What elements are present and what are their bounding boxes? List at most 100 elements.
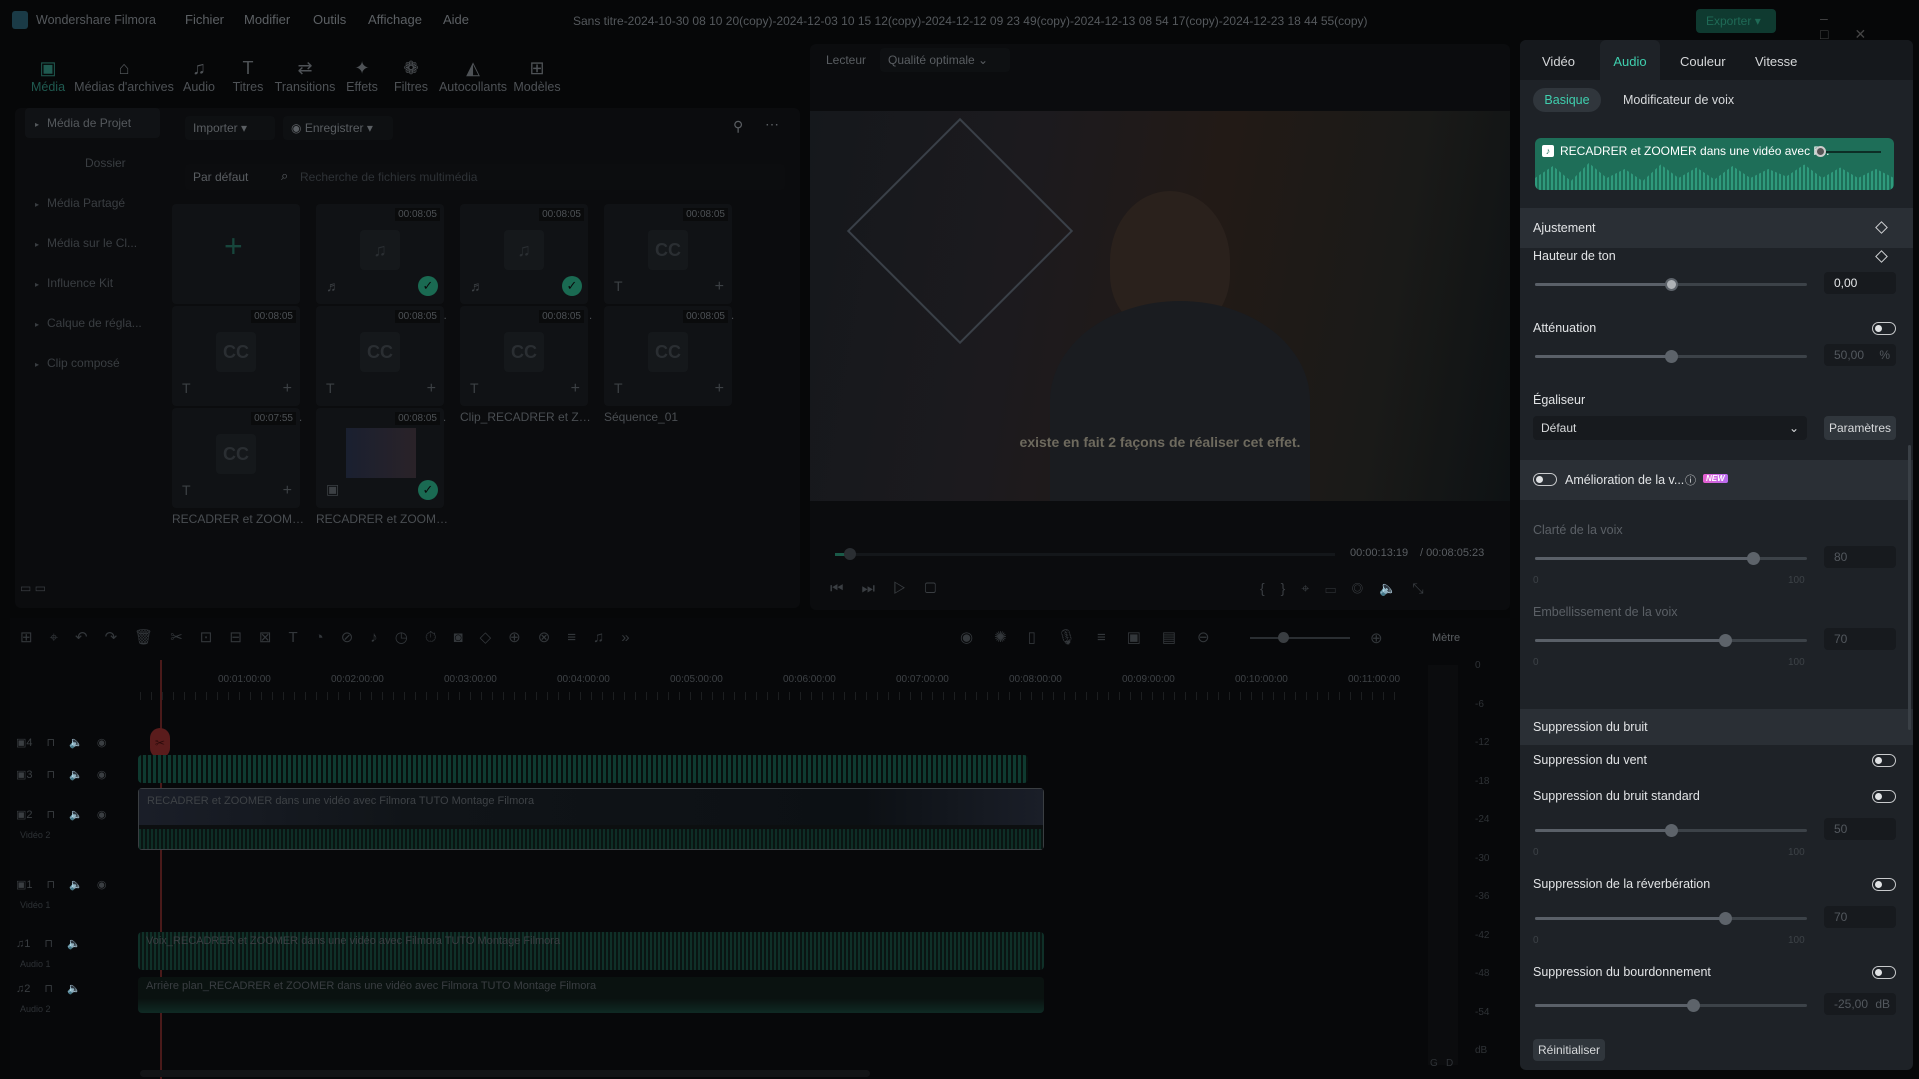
mute-icon[interactable]: 🔈	[67, 938, 81, 950]
slider-handle[interactable]	[1719, 912, 1733, 925]
subtab-basic[interactable]: Basique	[1533, 88, 1601, 112]
tab-speed[interactable]: Vitesse	[1745, 40, 1807, 80]
standard-value-input[interactable]: 50	[1824, 818, 1896, 840]
add-icon[interactable]: +	[715, 380, 724, 398]
menu-help[interactable]: Aide	[443, 12, 469, 27]
menu-file[interactable]: Fichier	[185, 12, 224, 27]
tab-video[interactable]: Vidéo	[1532, 40, 1585, 80]
add-icon[interactable]: +	[283, 380, 292, 398]
add-icon[interactable]: +	[283, 482, 292, 500]
export-button[interactable]: Exporter ▾	[1696, 9, 1776, 33]
playhead[interactable]	[160, 660, 162, 1079]
voice-audio-clip[interactable]: Voix_RECADRER et ZOOMER dans une vidéo a…	[138, 932, 1044, 970]
toolbar-music-note[interactable]: ♫ Audio	[183, 58, 215, 94]
toolbar-sticker[interactable]: ◭ Autocollants	[439, 58, 507, 94]
media-item[interactable]: 00:08:05 ♫ ♬ ✓	[460, 204, 588, 304]
slider-handle[interactable]	[1719, 634, 1733, 647]
menu-view[interactable]: Affichage	[368, 12, 422, 27]
media-item[interactable]: 00:08:05 CC T +	[604, 204, 732, 304]
eye-icon[interactable]: ◉	[97, 809, 107, 821]
library-sidebar-item[interactable]: ▸ Influence Kit	[25, 268, 155, 298]
help-icon[interactable]: ⓘ	[1685, 472, 1696, 488]
pitch-keyframe-icon[interactable]	[1875, 250, 1888, 263]
beautify-value-input[interactable]: 70	[1824, 628, 1896, 650]
lock-icon[interactable]: ⊓	[47, 737, 56, 749]
import-dropdown[interactable]: Importer ▾	[185, 116, 275, 140]
beautify-slider[interactable]	[1535, 634, 1807, 647]
playback-controls[interactable]: ⏮⏭▷▢	[830, 580, 954, 597]
mute-icon[interactable]: 🔈	[69, 769, 83, 781]
mute-icon[interactable]: 🔈	[67, 983, 81, 995]
slider-handle[interactable]	[1665, 278, 1678, 291]
reverb-value-input[interactable]: 70	[1824, 906, 1896, 928]
toolbar-filters[interactable]: ❁ Filtres	[394, 58, 428, 94]
timeline-toolbar[interactable]: ⊞⌖↶↷🗑✂⊡⊟⊠T◔⊘♪◷⏱◙◇⊕⊗≡♫»	[20, 628, 647, 646]
hum-value-input[interactable]: -25,00 dB	[1824, 993, 1896, 1015]
library-sidebar-item[interactable]: Dossier	[65, 148, 195, 178]
timeline-toolbar-right[interactable]: ◉✺▯🎙≡▣▤⊖	[960, 628, 1231, 646]
toolbar-effects-sparkle[interactable]: ✦ Effets	[346, 58, 378, 94]
toolbar-archive[interactable]: ⌂ Médias d'archives	[74, 58, 174, 94]
audio-clip-preview[interactable]: ♪ RECADRER et ZOOMER dans une vidéo avec…	[1535, 138, 1894, 190]
attenuation-toggle[interactable]	[1872, 322, 1896, 335]
playhead-scissor-icon[interactable]: ✂	[150, 728, 170, 758]
record-dropdown[interactable]: ◉ Enregistrer ▾	[283, 116, 393, 140]
more-options-icon[interactable]: ⋯	[765, 116, 779, 133]
slider-handle[interactable]	[1686, 999, 1700, 1012]
media-item[interactable]: 00:08:05 CC T +	[604, 306, 732, 406]
voice-enhancement-toggle[interactable]	[1533, 473, 1557, 486]
background-audio-clip[interactable]: Arrière plan_RECADRER et ZOOMER dans une…	[138, 977, 1044, 1013]
lock-icon[interactable]: ⊓	[44, 938, 53, 950]
attenuation-slider[interactable]	[1535, 350, 1807, 363]
clip-volume-slider[interactable]	[1815, 146, 1881, 157]
add-icon[interactable]: +	[427, 380, 436, 398]
new-folder-icon[interactable]: ▭ ▭	[20, 581, 46, 595]
filter-icon[interactable]: ⚲	[733, 118, 743, 135]
playback-scrubber[interactable]	[835, 548, 1335, 560]
toolbar-title-t[interactable]: T Titres	[233, 58, 264, 94]
player-tools[interactable]: {}⌖▭◎🔈⤡	[1260, 580, 1440, 597]
lock-icon[interactable]: ⊓	[47, 769, 56, 781]
media-item[interactable]: 00:08:05 ▣ ✓	[316, 408, 444, 508]
timeline-h-scrollbar[interactable]	[140, 1070, 870, 1077]
window-controls[interactable]: –□✕	[1820, 10, 1919, 43]
reverb-slider[interactable]	[1535, 912, 1807, 925]
menu-tools[interactable]: Outils	[313, 12, 346, 27]
media-item[interactable]: 00:08:05 CC T +	[172, 306, 300, 406]
library-sidebar-item[interactable]: ▸ Calque de régla...	[25, 308, 155, 338]
slider-handle[interactable]	[1665, 824, 1678, 837]
add-icon[interactable]: +	[715, 278, 724, 296]
wind-toggle[interactable]	[1872, 754, 1896, 767]
zoom-slider[interactable]	[1250, 632, 1350, 643]
hum-slider[interactable]	[1535, 999, 1807, 1012]
clarity-value-input[interactable]: 80	[1824, 546, 1896, 568]
lock-icon[interactable]: ⊓	[44, 983, 53, 995]
standard-slider[interactable]	[1535, 824, 1807, 837]
mute-icon[interactable]: 🔈	[69, 809, 83, 821]
lock-icon[interactable]: ⊓	[47, 809, 56, 821]
pitch-slider[interactable]	[1535, 278, 1807, 291]
video-preview[interactable]: existe en fait 2 façons de réaliser cet …	[810, 111, 1510, 501]
subtab-voice-changer[interactable]: Modificateur de voix	[1623, 93, 1734, 107]
media-item[interactable]: 00:08:05 CC T +	[460, 306, 588, 406]
add-icon[interactable]: +	[571, 380, 580, 398]
subtitle-track-clips[interactable]	[138, 755, 1028, 783]
toolbar-transition[interactable]: ⇄ Transitions	[275, 58, 336, 94]
equalizer-dropdown[interactable]: Défaut ⌄	[1533, 416, 1807, 440]
library-sidebar-item[interactable]: ▸ Média sur le Cl...	[25, 228, 155, 258]
menu-edit[interactable]: Modifier	[244, 12, 290, 27]
library-sidebar-item[interactable]: ▸ Média Partagé	[25, 188, 155, 218]
panel-scrollbar[interactable]	[1908, 445, 1911, 730]
attenuation-value-input[interactable]: 50,00%	[1824, 344, 1896, 366]
hum-toggle[interactable]	[1872, 966, 1896, 979]
standard-noise-toggle[interactable]	[1872, 790, 1896, 803]
library-sidebar-item[interactable]: ▸ Clip composé	[25, 348, 155, 378]
toolbar-media[interactable]: ▣ Média	[31, 58, 65, 94]
media-item[interactable]: 00:08:05 ♫ ♬ ✓	[316, 204, 444, 304]
reverb-toggle[interactable]	[1872, 878, 1896, 891]
media-item[interactable]: 00:08:05 CC T +	[316, 306, 444, 406]
clarity-slider[interactable]	[1535, 552, 1807, 565]
zoom-in-icon[interactable]: ⊕	[1370, 629, 1383, 647]
pitch-value-input[interactable]: 0,00	[1824, 272, 1896, 294]
mute-icon[interactable]: 🔈	[69, 879, 83, 891]
